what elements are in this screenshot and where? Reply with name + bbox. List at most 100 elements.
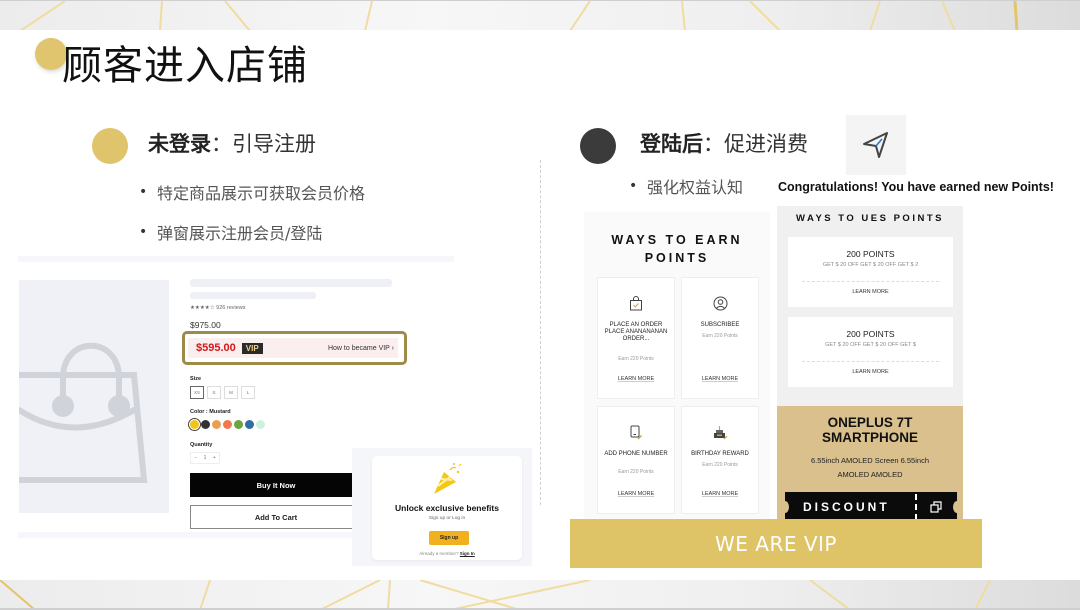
coupon-perforation [915, 494, 917, 520]
dashed-separator [802, 281, 939, 282]
discount-coupon[interactable]: DISCOUNT [781, 492, 961, 522]
vip-price-row: $595.00 VIP How to became VIP › [188, 338, 398, 358]
title-placeholder [190, 292, 316, 299]
phone-edit-icon [630, 425, 642, 440]
earn-card-points: Earn 220 Points [618, 469, 654, 475]
earn-card-name: PLACE AN ORDER PLACE ANANANANAN ORDER... [604, 322, 668, 342]
earn-panel-title: WAYS TO EARN POINTS [584, 232, 770, 267]
page-title: 顾客进入店铺 [62, 43, 308, 89]
shopping-bag-icon [19, 342, 148, 483]
bullet-item: 弹窗展示注册会员/登陆 [139, 224, 322, 243]
add-to-cart-button[interactable]: Add To Cart [190, 505, 362, 529]
section-heading-not-logged-in: 未登录：引导注册 [148, 132, 316, 157]
learn-more-link[interactable]: LEARN MORE [788, 369, 953, 375]
buy-it-now-button[interactable]: Buy It Now [190, 473, 362, 497]
redeem-card[interactable]: 200 POINTS GET $ 20 OFF GET $ 20 OFF GET… [788, 237, 953, 307]
signup-popup-overlay: Unlock exclusive benefits Sign up or Log… [352, 448, 532, 566]
redeem-points: 200 POINTS [846, 329, 895, 339]
gold-lines-decoration [19, 1, 1019, 30]
discount-label: DISCOUNT [803, 500, 890, 514]
product-promo-card: ONEPLUS 7T SMARTPHONE 6.55inch AMOLED Sc… [777, 406, 963, 522]
vip-price: $595.00 [196, 342, 236, 354]
bullet-item: 强化权益认知 [629, 178, 743, 197]
earn-card-points: Earn 220 Points [702, 333, 738, 339]
product-image[interactable] [19, 280, 169, 513]
section-dot-gold [92, 128, 128, 164]
quantity-decrease-button[interactable]: − [194, 455, 197, 461]
color-selector [190, 420, 265, 429]
section-heading-rest: ：促进消费 [703, 132, 808, 156]
bullet-item: 特定商品展示可获取会员价格 [139, 184, 365, 203]
vip-badge: VIP [241, 342, 263, 354]
color-label: Color : Mustard [190, 409, 231, 415]
redeem-card[interactable]: 200 POINTS GET $ 20 OFF GET $ 20 OFF GET… [788, 317, 953, 387]
section-heading-logged-in: 登陆后：促进消费 [640, 132, 808, 157]
earn-title-line: WAYS TO EARN [611, 233, 743, 247]
copy-icon[interactable] [930, 501, 942, 513]
earn-card[interactable]: SUBSCRIBEE Earn 220 Points LEARN MORE [681, 277, 759, 399]
original-price: $975.00 [190, 320, 221, 330]
popup-subtitle: Sign up or Log in [428, 516, 466, 521]
how-to-become-vip-link[interactable]: How to became VIP › [328, 345, 394, 352]
shopping-bag-icon [630, 296, 642, 311]
congrats-message: Congratulations! You have earned new Poi… [778, 180, 1054, 194]
color-swatch[interactable] [234, 420, 243, 429]
redeem-offer: GET $ 20 OFF GET $ 20 OFF GET $ 2 [822, 262, 919, 268]
vip-price-highlight: $595.00 VIP How to became VIP › [182, 331, 407, 365]
coupon-notch [953, 501, 961, 513]
color-swatch[interactable] [201, 420, 210, 429]
learn-more-link[interactable]: LEARN MORE [682, 491, 758, 497]
color-swatch[interactable] [223, 420, 232, 429]
learn-more-link[interactable]: LEARN MORE [598, 376, 674, 382]
section-heading-rest: ：引导注册 [211, 132, 316, 156]
earn-card[interactable]: PLACE AN ORDER PLACE ANANANANAN ORDER...… [597, 277, 675, 399]
section-heading-bold: 未登录 [148, 132, 211, 156]
signup-popup: Unlock exclusive benefits Sign up or Log… [372, 456, 522, 560]
earn-card-name: ADD PHONE NUMBER [604, 451, 668, 457]
size-option[interactable]: L [241, 386, 255, 399]
size-selector: XS S M L [190, 386, 255, 399]
color-swatch[interactable] [245, 420, 254, 429]
sign-in-link[interactable]: Sign In [460, 551, 475, 556]
already-member-text: Already a member? Sign In [372, 551, 522, 556]
sign-up-button[interactable]: Sign up [429, 531, 469, 545]
popup-title: Unlock exclusive benefits [395, 503, 499, 513]
color-swatch[interactable] [256, 420, 265, 429]
promo-desc-line: AMOLED AMOLED [837, 469, 903, 479]
quantity-increase-button[interactable]: + [213, 455, 216, 461]
color-swatch[interactable] [190, 420, 199, 429]
promo-name-line: SMARTPHONE [821, 429, 918, 445]
we-are-vip-banner: WE ARE VIP [570, 519, 982, 568]
send-icon [863, 132, 888, 158]
promo-name-line: ONEPLUS 7T [827, 415, 913, 430]
gold-lines-decoration [0, 580, 991, 608]
earn-card-points: Earn 220 Points [618, 356, 654, 362]
earn-card-name: SUBSCRIBEE [700, 322, 740, 328]
ways-to-use-points-panel: WAYS TO UES POINTS 200 POINTS GET $ 20 O… [777, 206, 963, 406]
promo-description: 6.55inch AMOLED Screen 6.55inch AMOLED A… [777, 454, 963, 482]
member-prompt: Already a member? [419, 551, 460, 556]
size-option[interactable]: S [207, 386, 221, 399]
section-heading-bold: 登陆后 [640, 132, 703, 156]
earn-card-points: Earn 220 Points [702, 462, 738, 468]
earn-card[interactable]: ADD PHONE NUMBER Earn 220 Points LEARN M… [597, 406, 675, 514]
size-option[interactable]: M [224, 386, 238, 399]
title-placeholder [190, 279, 392, 287]
size-label: Size [190, 376, 202, 382]
learn-more-link[interactable]: LEARN MORE [788, 289, 953, 295]
section-divider [540, 160, 541, 505]
color-swatch[interactable] [212, 420, 221, 429]
size-option[interactable]: XS [190, 386, 204, 399]
send-button[interactable] [846, 115, 906, 175]
promo-product-name: ONEPLUS 7T SMARTPHONE [777, 415, 963, 446]
earn-card[interactable]: BIRTHDAY REWARD Earn 220 Points LEARN MO… [681, 406, 759, 514]
quantity-stepper[interactable]: − 1 + [190, 452, 220, 464]
decorative-header-band [0, 0, 1080, 30]
quantity-value[interactable]: 1 [204, 455, 207, 461]
learn-more-link[interactable]: LEARN MORE [598, 491, 674, 497]
redeem-offer: GET $ 20 OFF GET $ 20 OFF GET $ [825, 342, 916, 348]
product-reviews[interactable]: ★★★★☆ 926 reviews [190, 305, 246, 311]
coupon-notch [781, 501, 789, 513]
learn-more-link[interactable]: LEARN MORE [682, 376, 758, 382]
birthday-cake-icon [714, 426, 728, 440]
